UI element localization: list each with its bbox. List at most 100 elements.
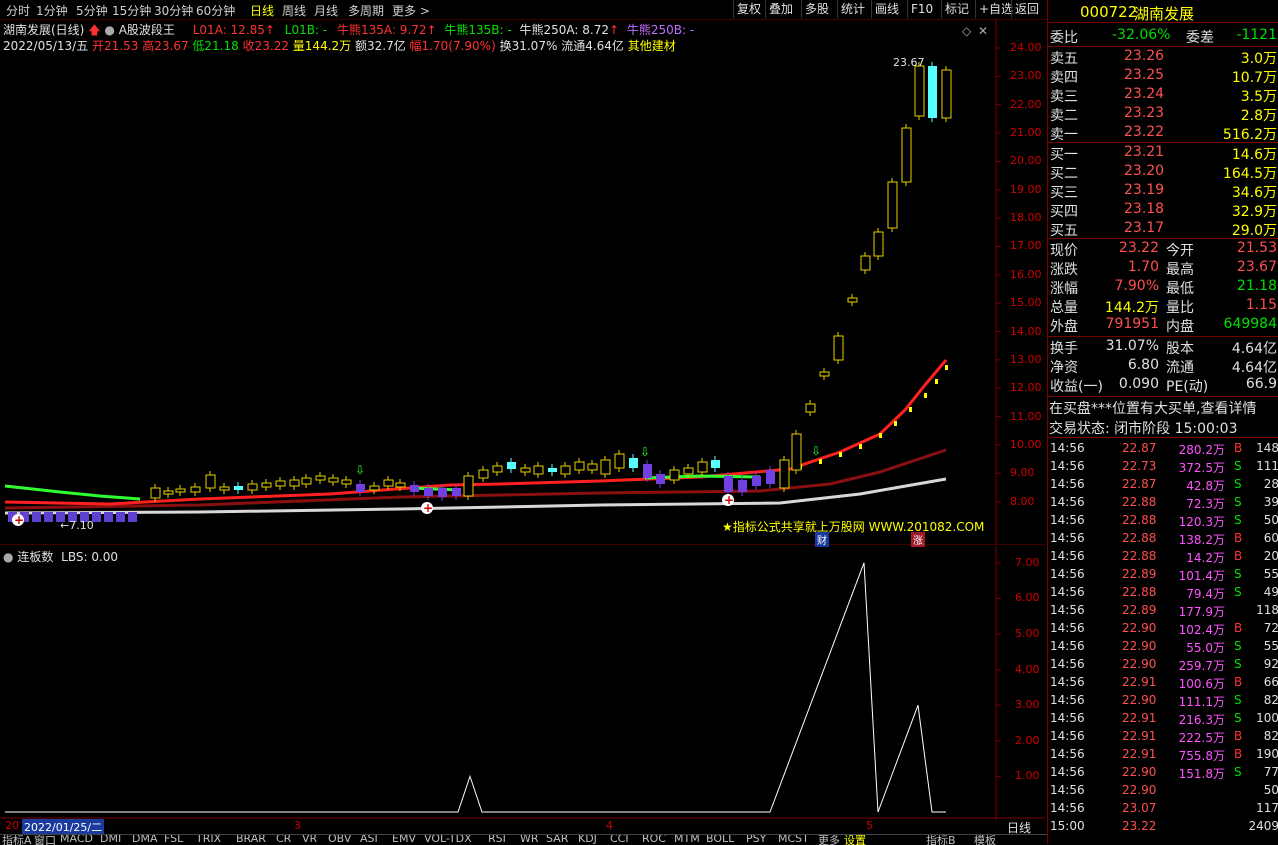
indicator-tab[interactable]: CCI	[610, 835, 629, 845]
price-tick-label: 12.00	[1010, 381, 1042, 395]
indicator-tab[interactable]: VOL-TDX	[424, 835, 472, 845]
buy-row-3[interactable]: 买三 23.19 34.6万	[1048, 182, 1278, 201]
tick-row: 14:56 22.88 14.2万 B 20	[1048, 547, 1278, 565]
tick-price: 22.90	[1122, 783, 1157, 797]
ma-green-segment	[4, 484, 141, 501]
limit-up-badge[interactable]: 涨	[911, 532, 925, 547]
indicator-tab-bar: 指标A 窗口 MACD DMI DMA FSL TRIX BRAR CR VR OBV ASI EMV V…	[0, 834, 1047, 845]
tick-row: 14:56 22.88 79.4万 S 49	[1048, 583, 1278, 601]
candle-body	[452, 488, 461, 496]
stock-code: 000722	[1080, 3, 1138, 21]
sell-volume: 516.2万	[1222, 127, 1277, 143]
indicator-tab[interactable]: MCST	[778, 835, 809, 845]
stat-label: 最高	[1166, 262, 1194, 278]
candle-body	[683, 467, 694, 475]
candle-body	[261, 482, 272, 488]
tick-volume: 216.3万	[1178, 713, 1225, 727]
sell-row-4[interactable]: 卖二 23.23 2.8万	[1048, 105, 1278, 124]
stat-label: 今开	[1166, 243, 1194, 259]
date-prefix: 20	[5, 819, 19, 832]
indicator-tab[interactable]: VR	[302, 835, 317, 845]
indicator-tab[interactable]: 指标A	[2, 835, 32, 845]
indicator-tab[interactable]: OBV	[328, 835, 351, 845]
tick-volume: 111.1万	[1178, 695, 1225, 709]
price-tick-label: 9.00	[1010, 466, 1035, 480]
sell-price: 23.24	[1124, 86, 1165, 102]
tick-price: 22.90	[1122, 657, 1157, 671]
candlestick-chart[interactable]: + + + ⇩ ⇩ ⇩	[0, 0, 1045, 545]
indicator-tab[interactable]: RSI	[488, 835, 506, 845]
tick-row: 14:56 22.88 138.2万 B 60	[1048, 529, 1278, 547]
indicator-tab[interactable]: PSY	[746, 835, 766, 845]
tick-row: 14:56 22.88 72.3万 S 39	[1048, 493, 1278, 511]
indicator-tab[interactable]: ROC	[642, 835, 666, 845]
candle-body	[328, 477, 339, 483]
candle-body	[724, 476, 733, 492]
plus-icon: +	[724, 493, 734, 507]
sell-row-2[interactable]: 卖四 23.25 10.7万	[1048, 67, 1278, 86]
indicator-tab[interactable]: DMA	[132, 835, 158, 845]
buy-row-5[interactable]: 买五 23.17 29.0万	[1048, 220, 1278, 239]
indicator-tab[interactable]: 窗口	[34, 835, 56, 845]
indicator-tab[interactable]: 更多	[818, 835, 840, 845]
indicator-tab[interactable]: ASI	[360, 835, 378, 845]
tick-price: 22.90	[1122, 621, 1157, 635]
tick-side: S	[1234, 711, 1242, 725]
indicator-tab[interactable]: SAR	[546, 835, 568, 845]
stock-name: 湖南发展	[1134, 5, 1195, 23]
tick-price: 23.07	[1122, 801, 1157, 815]
indicator-tab[interactable]: WR	[520, 835, 539, 845]
candle-body	[395, 482, 406, 488]
stat-value: 31.07%	[1105, 338, 1159, 354]
indicator-tab[interactable]: MTM	[674, 835, 700, 845]
stat-label: 换手	[1050, 341, 1078, 357]
big-order-notice[interactable]: 在买盘***位置有大买单,查看详情	[1048, 398, 1278, 417]
tick-price: 22.87	[1122, 441, 1157, 455]
buy-price: 23.17	[1124, 220, 1165, 236]
tick-row: 14:56 22.90 102.4万 B 72	[1048, 619, 1278, 637]
indicator-tab[interactable]: 指标B	[926, 835, 956, 845]
signal-dot	[819, 459, 822, 464]
tick-price: 22.88	[1122, 495, 1157, 509]
candle-body	[847, 297, 858, 303]
indicator-tab[interactable]: 模板	[974, 835, 996, 845]
indicator-tab[interactable]: CR	[276, 835, 291, 845]
sell-row-1[interactable]: 卖五 23.26 3.0万	[1048, 48, 1278, 67]
indicator-tab[interactable]: 设置	[844, 835, 866, 845]
buy-row-2[interactable]: 买二 23.20 164.5万	[1048, 163, 1278, 182]
price-tick-label: 23.00	[1010, 69, 1042, 83]
sell-row-3[interactable]: 卖三 23.24 3.5万	[1048, 86, 1278, 105]
buy-volume: 14.6万	[1231, 147, 1277, 163]
indicator-tab[interactable]: TRIX	[196, 835, 221, 845]
buy-price: 23.18	[1124, 201, 1165, 217]
down-arrow-icon: ⇩	[811, 444, 821, 458]
candle-body	[941, 69, 952, 119]
indicator-tab[interactable]: MACD	[60, 835, 93, 845]
tick-price: 23.22	[1122, 819, 1157, 833]
candle-body	[587, 463, 598, 471]
down-arrow-icon: ⇩	[355, 463, 365, 477]
indicator-tab[interactable]: EMV	[392, 835, 416, 845]
finance-badge[interactable]: 财	[815, 532, 829, 547]
sell-volume: 3.0万	[1240, 51, 1277, 67]
stat-label: 流通	[1166, 360, 1194, 376]
tick-time: 14:56	[1050, 549, 1085, 563]
indicator-tab[interactable]: BOLL	[706, 835, 734, 845]
consecutive-limit-chart[interactable]	[0, 546, 1045, 820]
buy-row-4[interactable]: 买四 23.18 32.9万	[1048, 201, 1278, 220]
indicator-tab[interactable]: BRAR	[236, 835, 266, 845]
buy-row-1[interactable]: 买一 23.21 14.6万	[1048, 144, 1278, 163]
candle-body	[175, 488, 186, 493]
tick-row: 14:56 22.90 111.1万 S 82	[1048, 691, 1278, 709]
stat-value: 21.53	[1236, 240, 1277, 256]
tick-volume: 72.3万	[1186, 497, 1225, 511]
indicator-tab[interactable]: FSL	[164, 835, 183, 845]
indicator-tab[interactable]: KDJ	[578, 835, 597, 845]
price-tick-label: 20.00	[1010, 154, 1042, 168]
stat-label: 最低	[1166, 281, 1194, 297]
sell-row-5[interactable]: 卖一 23.22 516.2万	[1048, 124, 1278, 143]
buy-label: 买一	[1050, 147, 1078, 163]
indicator-tab[interactable]: DMI	[100, 835, 121, 845]
stat-row: 现价 23.22 今开 21.53	[1048, 240, 1278, 259]
candle-body	[104, 512, 113, 522]
